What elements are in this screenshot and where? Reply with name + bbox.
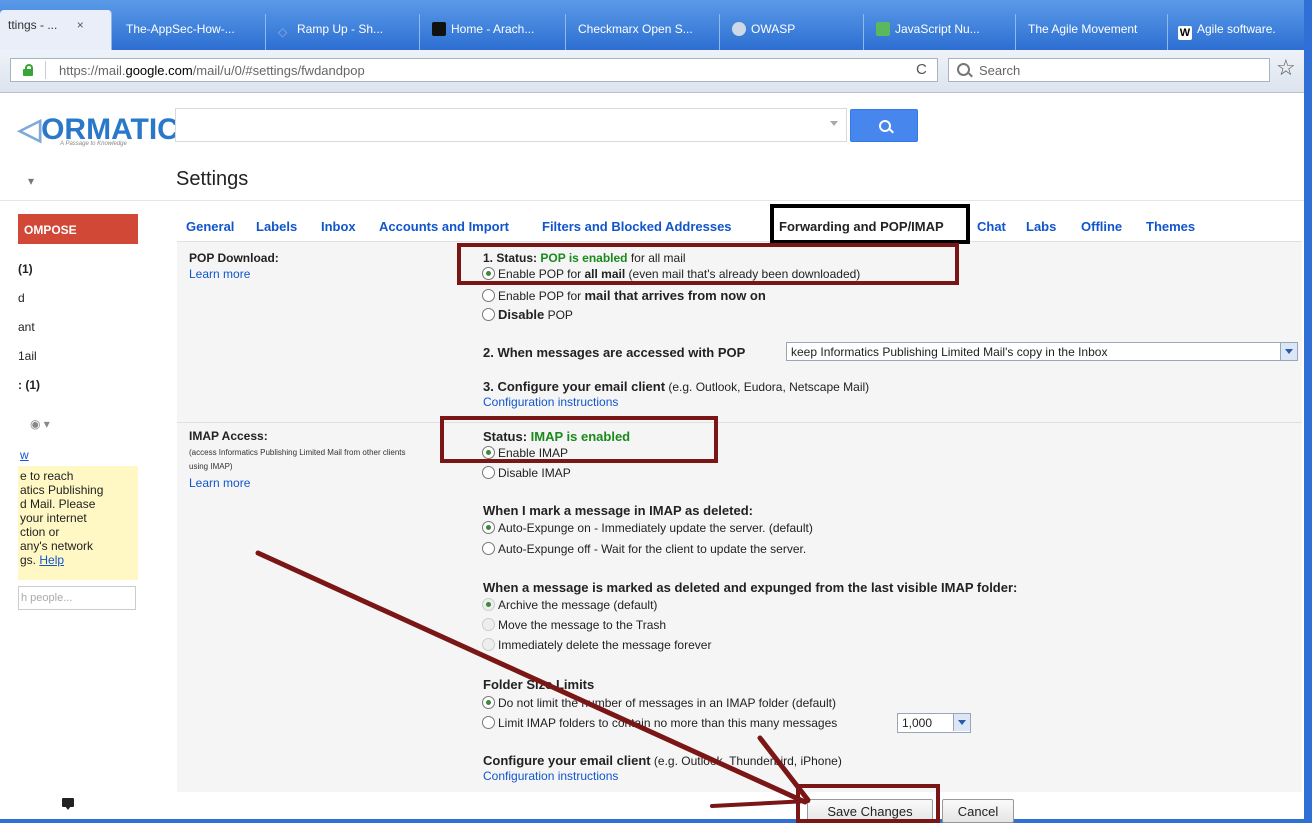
arrow-head-base bbox=[710, 799, 810, 808]
annotation-arrows bbox=[255, 550, 811, 808]
arrow-line-left bbox=[255, 550, 808, 805]
